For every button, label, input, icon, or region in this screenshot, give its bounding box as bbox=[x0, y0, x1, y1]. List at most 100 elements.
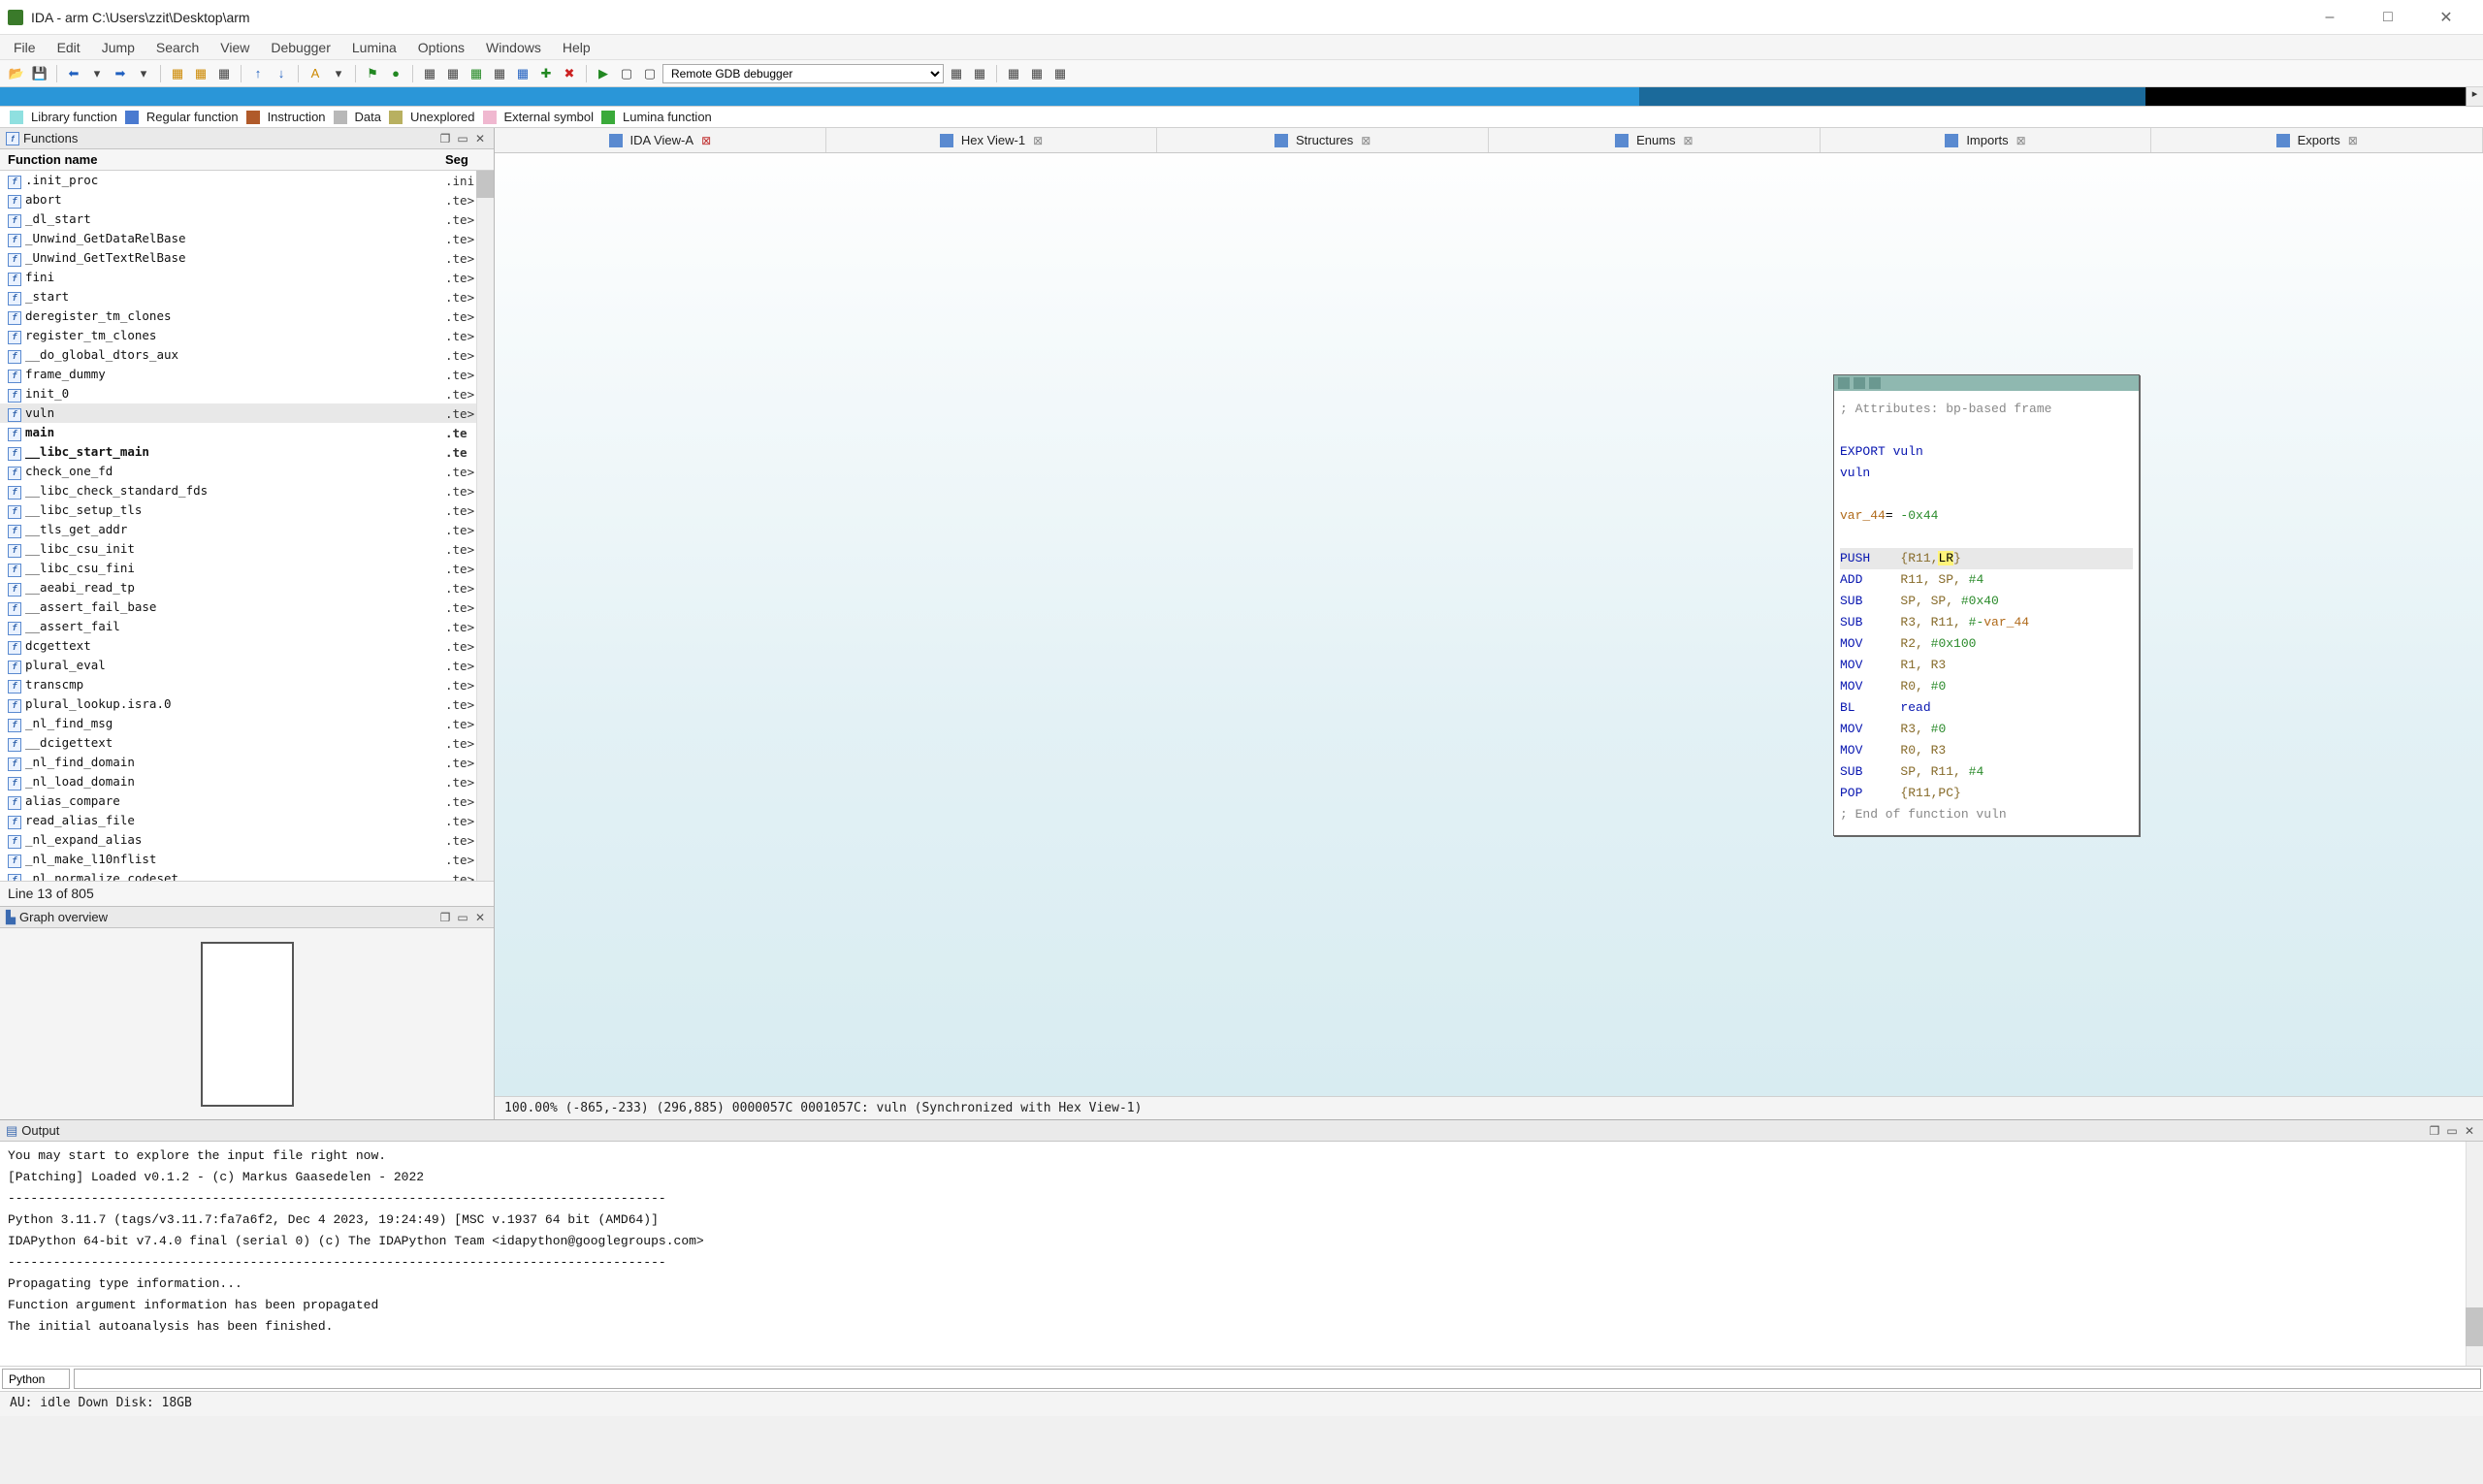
scrollbar[interactable] bbox=[476, 171, 494, 881]
menu-edit[interactable]: Edit bbox=[49, 38, 88, 57]
function-row[interactable]: f__do_global_dtors_aux.te> bbox=[0, 345, 494, 365]
debugger-select[interactable]: Remote GDB debugger bbox=[662, 64, 944, 83]
scrollbar-thumb[interactable] bbox=[476, 171, 494, 198]
menu-debugger[interactable]: Debugger bbox=[263, 38, 339, 57]
function-row[interactable]: f_Unwind_GetTextRelBase.te> bbox=[0, 248, 494, 268]
tab-close-icon[interactable]: ⊠ bbox=[1684, 134, 1693, 147]
scrollbar-thumb[interactable] bbox=[2466, 1307, 2483, 1346]
tab[interactable]: Exports⊠ bbox=[2151, 128, 2483, 152]
node-btn-icon[interactable] bbox=[1854, 377, 1865, 389]
highlight-icon[interactable]: A bbox=[306, 65, 324, 82]
disasm-node[interactable]: ; Attributes: bp-based frame EXPORT vuln… bbox=[1833, 374, 2140, 836]
function-row[interactable]: ftranscmp.te> bbox=[0, 675, 494, 694]
column-name[interactable]: Function name bbox=[8, 152, 445, 167]
close-button[interactable]: ✕ bbox=[2417, 0, 2475, 35]
tool-icon[interactable]: ▦ bbox=[444, 65, 462, 82]
panel-restore-icon[interactable]: ▭ bbox=[455, 131, 470, 146]
add-icon[interactable]: ✚ bbox=[537, 65, 555, 82]
function-row[interactable]: f__dcigettext.te> bbox=[0, 733, 494, 753]
functions-columns[interactable]: Function name Seg bbox=[0, 149, 494, 171]
function-row[interactable]: fderegister_tm_clones.te> bbox=[0, 306, 494, 326]
menu-view[interactable]: View bbox=[212, 38, 257, 57]
run-icon[interactable]: ▶ bbox=[595, 65, 612, 82]
back-icon[interactable]: ⬅ bbox=[65, 65, 82, 82]
tool-icon[interactable]: ▦ bbox=[514, 65, 532, 82]
function-row[interactable]: f_nl_expand_alias.te> bbox=[0, 830, 494, 850]
tab-close-icon[interactable]: ⊠ bbox=[2016, 134, 2026, 147]
forward-icon[interactable]: ➡ bbox=[112, 65, 129, 82]
menu-options[interactable]: Options bbox=[410, 38, 472, 57]
tool-icon[interactable]: ▦ bbox=[421, 65, 438, 82]
function-row[interactable]: f__assert_fail.te> bbox=[0, 617, 494, 636]
down-icon[interactable]: ↓ bbox=[273, 65, 290, 82]
function-row[interactable]: f__aeabi_read_tp.te> bbox=[0, 578, 494, 597]
lang-selector[interactable]: Python bbox=[2, 1369, 70, 1389]
function-row[interactable]: f_nl_make_l10nflist.te> bbox=[0, 850, 494, 869]
minimize-button[interactable]: – bbox=[2301, 0, 2359, 35]
ida-view[interactable]: ; Attributes: bp-based frame EXPORT vuln… bbox=[495, 153, 2483, 1096]
tool-icon[interactable]: ▦ bbox=[491, 65, 508, 82]
stop-icon[interactable]: ▢ bbox=[641, 65, 659, 82]
functions-list[interactable]: f.init_proc.inifabort.te>f_dl_start.te>f… bbox=[0, 171, 494, 881]
function-row[interactable]: f.init_proc.ini bbox=[0, 171, 494, 190]
dot-icon[interactable]: ● bbox=[387, 65, 404, 82]
function-row[interactable]: fregister_tm_clones.te> bbox=[0, 326, 494, 345]
graph-canvas[interactable] bbox=[0, 928, 494, 1119]
panel-close-icon[interactable]: ✕ bbox=[472, 910, 488, 925]
function-row[interactable]: f__libc_start_main.te bbox=[0, 442, 494, 462]
function-row[interactable]: f_Unwind_GetDataRelBase.te> bbox=[0, 229, 494, 248]
tab-close-icon[interactable]: ⊠ bbox=[1361, 134, 1370, 147]
function-row[interactable]: fdcgettext.te> bbox=[0, 636, 494, 656]
column-seg[interactable]: Seg bbox=[445, 152, 486, 167]
tab[interactable]: Imports⊠ bbox=[1821, 128, 2152, 152]
save-icon[interactable]: 💾 bbox=[31, 65, 48, 82]
function-row[interactable]: f_nl_find_msg.te> bbox=[0, 714, 494, 733]
tab-close-icon[interactable]: ⊠ bbox=[701, 134, 711, 147]
function-row[interactable]: f__tls_get_addr.te> bbox=[0, 520, 494, 539]
back-more-icon[interactable]: ▾ bbox=[88, 65, 106, 82]
function-row[interactable]: f__assert_fail_base.te> bbox=[0, 597, 494, 617]
panel-close-icon[interactable]: ✕ bbox=[2462, 1123, 2477, 1139]
function-row[interactable]: fread_alias_file.te> bbox=[0, 811, 494, 830]
tab[interactable]: Enums⊠ bbox=[1489, 128, 1821, 152]
menu-file[interactable]: File bbox=[6, 38, 44, 57]
function-row[interactable]: ffini.te> bbox=[0, 268, 494, 287]
panel-window-icon[interactable]: ❐ bbox=[2427, 1123, 2442, 1139]
function-row[interactable]: f__libc_setup_tls.te> bbox=[0, 500, 494, 520]
tool-icon[interactable]: ▦ bbox=[948, 65, 965, 82]
nav-arrow-icon[interactable]: ▸ bbox=[2466, 87, 2483, 106]
tool-icon[interactable]: ▦ bbox=[1028, 65, 1046, 82]
tool-icon[interactable]: ▦ bbox=[192, 65, 210, 82]
node-btn-icon[interactable] bbox=[1838, 377, 1850, 389]
function-row[interactable]: f_nl_find_domain.te> bbox=[0, 753, 494, 772]
node-header[interactable] bbox=[1834, 375, 2139, 391]
function-row[interactable]: fmain.te bbox=[0, 423, 494, 442]
tab[interactable]: Hex View-1⊠ bbox=[826, 128, 1158, 152]
function-row[interactable]: f__libc_csu_fini.te> bbox=[0, 559, 494, 578]
function-row[interactable]: f_start.te> bbox=[0, 287, 494, 306]
tab[interactable]: IDA View-A⊠ bbox=[495, 128, 826, 152]
tool-icon[interactable]: ▦ bbox=[169, 65, 186, 82]
function-row[interactable]: falias_compare.te> bbox=[0, 791, 494, 811]
tool-icon[interactable]: ▦ bbox=[971, 65, 988, 82]
tool-icon[interactable]: ▦ bbox=[468, 65, 485, 82]
menu-jump[interactable]: Jump bbox=[94, 38, 143, 57]
function-row[interactable]: fvuln.te> bbox=[0, 403, 494, 423]
menu-lumina[interactable]: Lumina bbox=[344, 38, 404, 57]
panel-window-icon[interactable]: ❐ bbox=[437, 910, 453, 925]
function-row[interactable]: fabort.te> bbox=[0, 190, 494, 210]
panel-restore-icon[interactable]: ▭ bbox=[455, 910, 470, 925]
menu-windows[interactable]: Windows bbox=[478, 38, 549, 57]
output-body[interactable]: You may start to explore the input file … bbox=[0, 1142, 2483, 1366]
function-row[interactable]: fframe_dummy.te> bbox=[0, 365, 494, 384]
panel-window-icon[interactable]: ❐ bbox=[437, 131, 453, 146]
up-icon[interactable]: ↑ bbox=[249, 65, 267, 82]
command-input[interactable] bbox=[74, 1369, 2481, 1389]
open-icon[interactable]: 📂 bbox=[8, 65, 25, 82]
tool-icon[interactable]: ▦ bbox=[1051, 65, 1069, 82]
function-row[interactable]: f__libc_csu_init.te> bbox=[0, 539, 494, 559]
forward-more-icon[interactable]: ▾ bbox=[135, 65, 152, 82]
function-row[interactable]: f__libc_check_standard_fds.te> bbox=[0, 481, 494, 500]
flag-icon[interactable]: ⚑ bbox=[364, 65, 381, 82]
function-row[interactable]: f_nl_load_domain.te> bbox=[0, 772, 494, 791]
